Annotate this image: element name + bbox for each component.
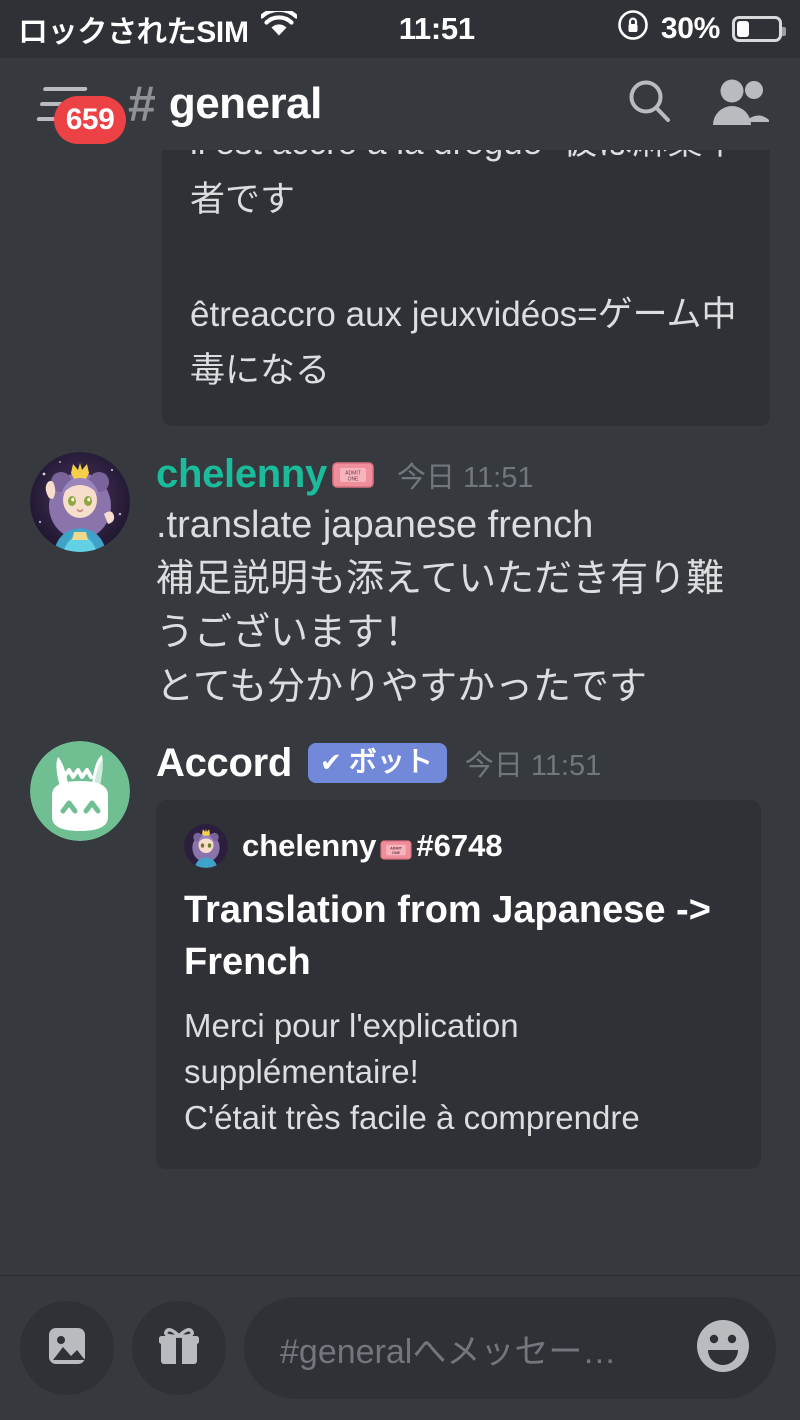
message-input-placeholder: #generalへメッセー… xyxy=(280,1332,617,1371)
gift-nitro-icon xyxy=(155,1322,203,1375)
discord-mobile-screen: ロックされたSIM 11:51 30% 659 # general 者です êt… xyxy=(0,0,800,1420)
clock-label: 11:51 xyxy=(398,11,475,46)
members-button[interactable] xyxy=(708,72,772,136)
send-gift-button[interactable] xyxy=(132,1301,226,1395)
search-icon xyxy=(622,74,678,135)
message-author-name[interactable]: chelenny xyxy=(156,452,327,497)
embed-title: Translation from Japanese -> French xyxy=(184,888,711,984)
embed-author-discriminator: #6748 xyxy=(416,827,503,863)
embed-author-username: chelenny xyxy=(242,827,377,863)
bot-badge-label: ボット xyxy=(348,746,433,778)
status-bar-right: 30% xyxy=(617,9,786,49)
message-input-bar: #generalへメッセー… xyxy=(0,1276,800,1420)
message-header: Accord ✔ ボット 今日 11:51 xyxy=(156,741,774,786)
accord-bot-avatar[interactable] xyxy=(30,740,130,841)
attach-image-button[interactable] xyxy=(20,1301,114,1395)
embed-author-avatar xyxy=(184,823,228,868)
message-header: chelenny ADMIT ONE 今日 11:51 xyxy=(156,452,774,497)
embed-cut-gap xyxy=(190,229,742,287)
message-chelenny[interactable]: chelenny ADMIT ONE 今日 11:51 .translate j… xyxy=(0,426,800,715)
battery-icon xyxy=(732,16,786,42)
battery-percent-label: 30% xyxy=(660,12,720,45)
members-icon xyxy=(710,76,770,133)
ticket-emoji: ADMIT ONE xyxy=(379,834,413,860)
status-bar-left: ロックされたSIM xyxy=(18,7,298,51)
message-author-name[interactable]: Accord xyxy=(156,741,292,786)
page-title[interactable]: general xyxy=(169,79,323,129)
channel-header: 659 # general xyxy=(0,58,800,150)
svg-text:ADMIT: ADMIT xyxy=(390,847,403,851)
embed-cut-line: il est accro à la drogue=彼は麻薬中毒 xyxy=(190,150,742,172)
embed-author-name: chelenny ADMIT ONE #6748 xyxy=(242,828,503,864)
message-timestamp: 今日 11:51 xyxy=(464,750,602,783)
message-input-field[interactable]: #generalへメッセー… xyxy=(244,1297,776,1399)
chelenny-avatar[interactable] xyxy=(30,452,130,553)
message-list[interactable]: il est accro à la drogue=彼は麻薬中毒 者です être… xyxy=(0,150,800,1275)
bot-badge: ✔ ボット xyxy=(308,743,447,784)
battery-fill xyxy=(737,21,749,37)
message-content: .translate japanese french 補足説明も添えていただき有… xyxy=(156,499,774,715)
svg-text:ONE: ONE xyxy=(392,851,401,855)
emoji-picker-icon xyxy=(694,1317,752,1380)
open-sidebar-button[interactable]: 659 xyxy=(36,74,126,144)
message-line: とても分かりやすかったです xyxy=(156,665,647,708)
emoji-picker-button[interactable] xyxy=(692,1317,754,1379)
verified-check-icon: ✔ xyxy=(320,747,342,778)
mention-count-badge: 659 xyxy=(54,96,126,144)
message-timestamp: 今日 11:51 xyxy=(397,461,534,494)
ticket-emoji: ADMIT ONE xyxy=(331,459,375,491)
channel-hash-icon: # xyxy=(128,76,156,132)
embed-description-line: Merci pour l'explication xyxy=(184,1006,519,1044)
embed-description-line: supplémentaire! xyxy=(184,1052,419,1090)
previous-embed-partial: il est accro à la drogue=彼は麻薬中毒 者です être… xyxy=(162,150,770,427)
search-button[interactable] xyxy=(618,72,682,136)
embed-cut-line4: 毒になる xyxy=(190,351,331,391)
embed-description: Merci pour l'explication supplémentaire!… xyxy=(184,1003,733,1142)
embed-cut-line3: êtreaccro aux jeuxvidéos=ゲーム中 xyxy=(190,294,737,334)
message-line: .translate japanese french xyxy=(156,504,594,547)
translation-embed[interactable]: chelenny ADMIT ONE #6748 Translation fro… xyxy=(156,799,761,1170)
carrier-label: ロックされたSIM xyxy=(18,16,249,49)
message-body: Accord ✔ ボット 今日 11:51 chelenny ADMIT ONE… xyxy=(156,741,774,1170)
image-attachment-icon xyxy=(43,1322,91,1375)
rotation-lock-icon xyxy=(617,9,649,49)
message-body: chelenny ADMIT ONE 今日 11:51 .translate j… xyxy=(156,452,774,715)
embed-author: chelenny ADMIT ONE #6748 xyxy=(184,823,733,868)
status-bar: ロックされたSIM 11:51 30% xyxy=(0,0,800,58)
message-line: 補足説明も添えていただき有り難 xyxy=(156,558,725,601)
svg-text:ONE: ONE xyxy=(348,476,360,482)
wifi-icon xyxy=(259,7,298,47)
embed-cut-line2: 者です xyxy=(190,180,296,219)
message-accord-bot[interactable]: Accord ✔ ボット 今日 11:51 chelenny ADMIT ONE… xyxy=(0,715,800,1170)
embed-description-line: C'était très facile à comprendre xyxy=(184,1099,640,1137)
status-bar-center: 11:51 xyxy=(297,11,617,47)
message-line: うございます！ xyxy=(156,611,423,654)
